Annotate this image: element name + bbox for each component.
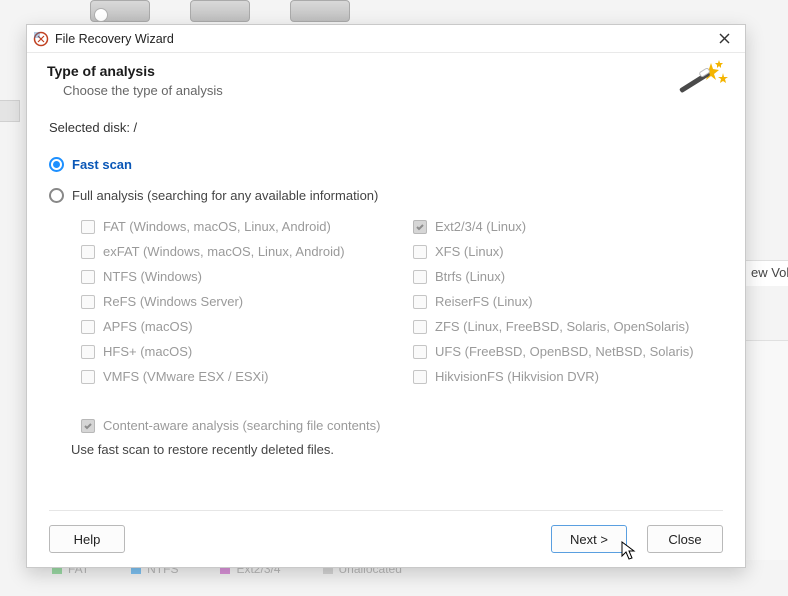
fs-checkbox-right-3[interactable]: ReiserFS (Linux) [413,294,725,309]
checkbox-icon [413,320,427,334]
checkbox-icon [81,345,95,359]
fs-checkbox-right-6[interactable]: HikvisionFS (Hikvision DVR) [413,369,725,384]
fs-checkbox-label: XFS (Linux) [435,244,504,259]
fs-checkbox-right-2[interactable]: Btrfs (Linux) [413,269,725,284]
fs-checkbox-right-4[interactable]: ZFS (Linux, FreeBSD, Solaris, OpenSolari… [413,319,725,334]
checkbox-icon [413,220,427,234]
fs-checkbox-label: APFS (macOS) [103,319,193,334]
app-icon [33,31,49,47]
fs-checkbox-label: HFS+ (macOS) [103,344,192,359]
fs-checkbox-label: ZFS (Linux, FreeBSD, Solaris, OpenSolari… [435,319,689,334]
fs-checkbox-label: ReFS (Windows Server) [103,294,243,309]
fast-scan-hint: Use fast scan to restore recently delete… [71,442,334,457]
radio-icon [49,188,64,203]
checkbox-icon [413,370,427,384]
fs-checkbox-right-5[interactable]: UFS (FreeBSD, OpenBSD, NetBSD, Solaris) [413,344,725,359]
close-icon[interactable] [711,28,737,50]
checkbox-icon [81,419,95,433]
radio-icon [49,157,64,172]
dialog-title: File Recovery Wizard [55,32,711,46]
fs-checkbox-left-0[interactable]: FAT (Windows, macOS, Linux, Android) [81,219,393,234]
wizard-wand-icon [673,59,729,105]
fs-checkbox-label: Ext2/3/4 (Linux) [435,219,526,234]
fs-checkbox-label: ReiserFS (Linux) [435,294,533,309]
fs-checkbox-label: FAT (Windows, macOS, Linux, Android) [103,219,331,234]
fast-scan-label: Fast scan [72,157,132,172]
wizard-footer: Help Next > Close [49,510,723,553]
fs-checkbox-left-6[interactable]: VMFS (VMware ESX / ESXi) [81,369,393,384]
fast-scan-radio[interactable]: Fast scan [49,157,725,172]
wizard-header: Type of analysis Choose the type of anal… [27,53,745,112]
fs-checkbox-label: HikvisionFS (Hikvision DVR) [435,369,599,384]
content-aware-checkbox[interactable]: Content-aware analysis (searching file c… [49,418,725,433]
fs-checkbox-right-1[interactable]: XFS (Linux) [413,244,725,259]
checkbox-icon [81,370,95,384]
close-button[interactable]: Close [647,525,723,553]
wizard-subheading: Choose the type of analysis [63,83,725,98]
checkbox-icon [413,295,427,309]
fs-checkbox-label: VMFS (VMware ESX / ESXi) [103,369,268,384]
full-analysis-label: Full analysis (searching for any availab… [72,188,378,203]
content-aware-label: Content-aware analysis (searching file c… [103,418,380,433]
checkbox-icon [413,245,427,259]
wizard-heading: Type of analysis [47,63,725,79]
fs-checkbox-left-1[interactable]: exFAT (Windows, macOS, Linux, Android) [81,244,393,259]
checkbox-icon [81,295,95,309]
fs-checkbox-label: exFAT (Windows, macOS, Linux, Android) [103,244,345,259]
fs-checkbox-right-0[interactable]: Ext2/3/4 (Linux) [413,219,725,234]
dialog-titlebar: File Recovery Wizard [27,25,745,53]
checkbox-icon [413,270,427,284]
file-recovery-wizard-dialog: File Recovery Wizard Type of analysis Ch… [26,24,746,568]
fs-checkbox-label: Btrfs (Linux) [435,269,505,284]
next-button[interactable]: Next > [551,525,627,553]
selected-disk-label: Selected disk: / [49,120,725,135]
checkbox-icon [81,245,95,259]
checkbox-icon [81,220,95,234]
fs-checkbox-left-3[interactable]: ReFS (Windows Server) [81,294,393,309]
wizard-body: Selected disk: / Fast scan Full analysis… [27,112,745,567]
help-button[interactable]: Help [49,525,125,553]
fs-checkbox-label: UFS (FreeBSD, OpenBSD, NetBSD, Solaris) [435,344,694,359]
background-right-volume-label: ew Vol [744,260,788,286]
background-radio [94,8,108,22]
fs-checkbox-label: NTFS (Windows) [103,269,202,284]
fs-checkbox-left-5[interactable]: HFS+ (macOS) [81,344,393,359]
background-right-panel [744,340,788,560]
checkbox-icon [81,270,95,284]
fs-checkbox-left-4[interactable]: APFS (macOS) [81,319,393,334]
checkbox-icon [413,345,427,359]
checkbox-icon [81,320,95,334]
fs-checkbox-left-2[interactable]: NTFS (Windows) [81,269,393,284]
filesystem-options: FAT (Windows, macOS, Linux, Android) exFA… [49,219,725,384]
background-sidebar-tab [0,100,20,122]
full-analysis-radio[interactable]: Full analysis (searching for any availab… [49,188,725,203]
